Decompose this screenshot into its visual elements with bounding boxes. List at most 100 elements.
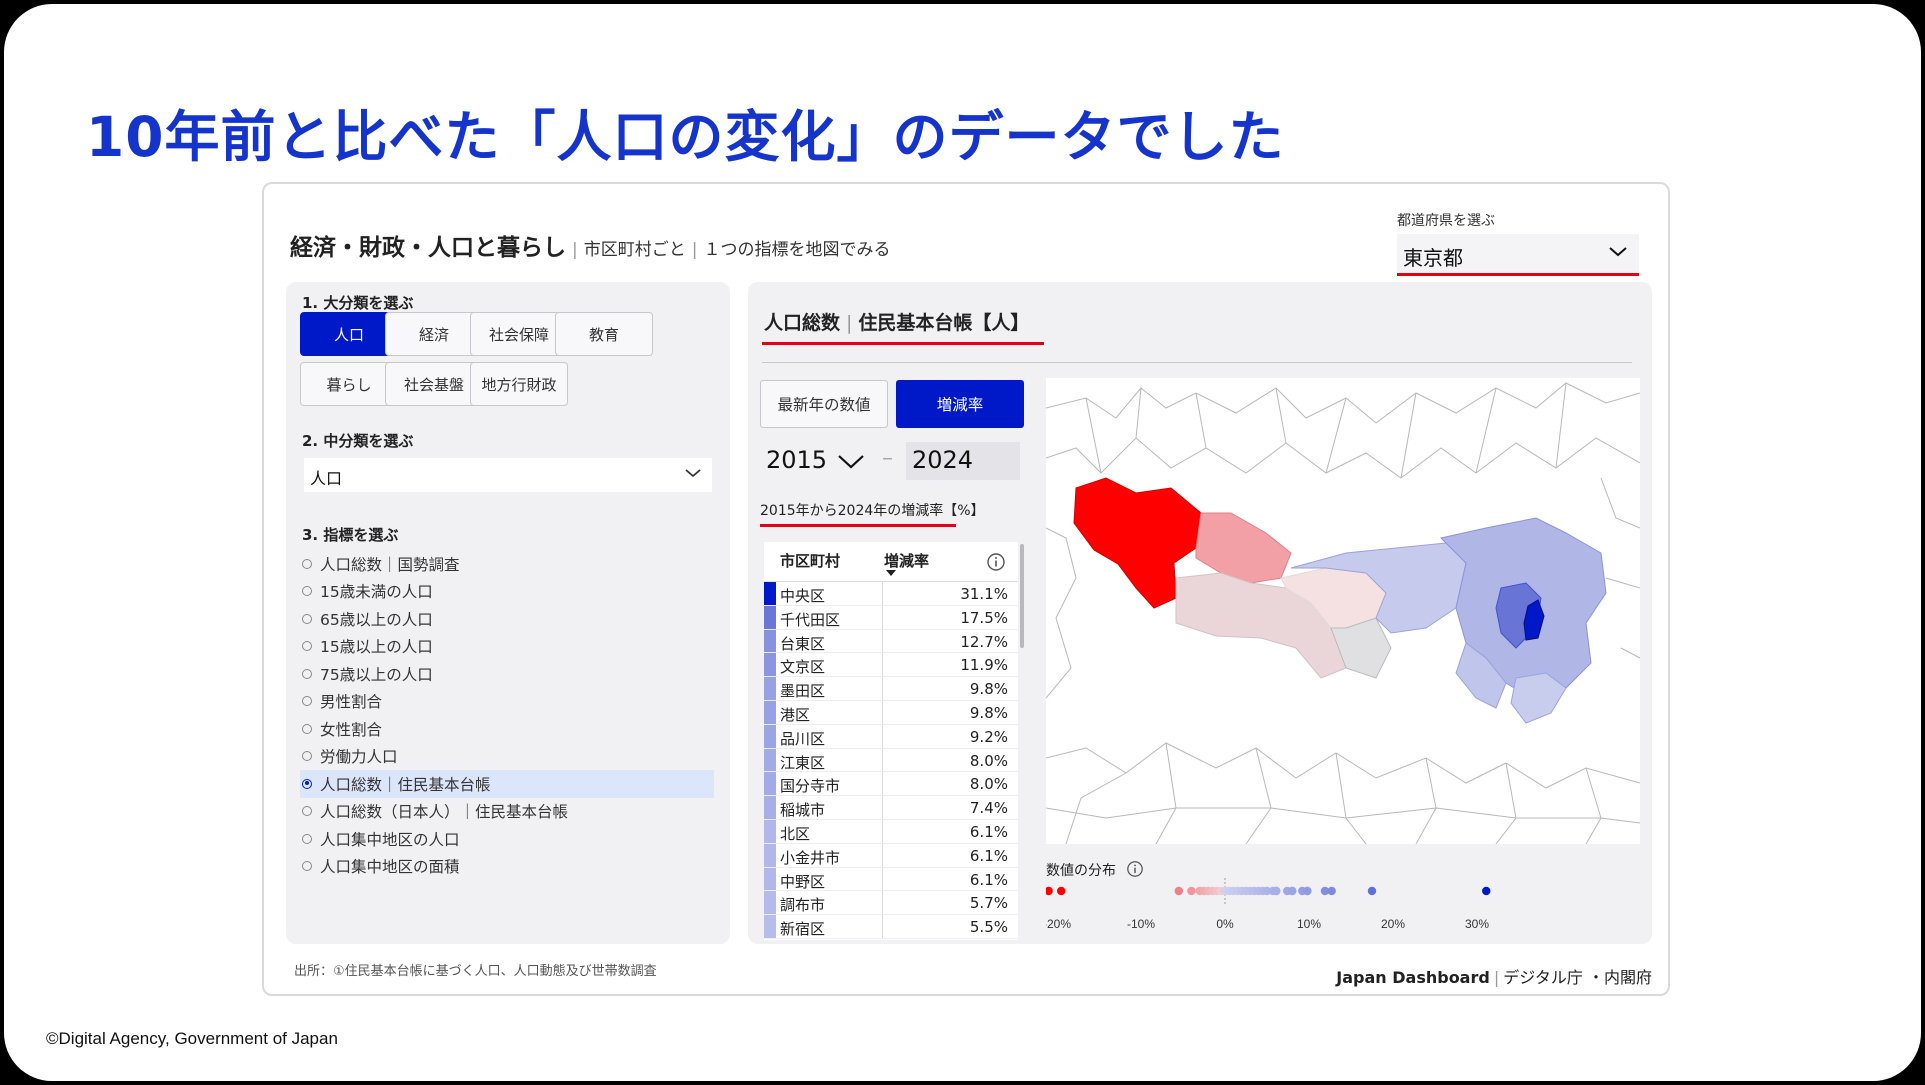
color-swatch	[764, 867, 776, 891]
step1-label: 1. 大分類を選ぶ	[302, 294, 414, 312]
table-row[interactable]: 墨田区 9.8%	[764, 677, 1018, 701]
table-row[interactable]: 北区 6.1%	[764, 819, 1018, 844]
subcategory-value: 人口	[310, 469, 343, 488]
indicator-option[interactable]: 男性割合	[300, 688, 714, 716]
color-swatch	[764, 915, 776, 938]
indicator-option[interactable]: 人口総数（日本人）｜住民基本台帳	[300, 798, 714, 826]
cell-divider	[882, 867, 883, 891]
category-button[interactable]: 教育	[555, 312, 653, 356]
map-panel: 人口総数 | 住民基本台帳【人】 最新年の数値 増減率 2015 – 2024 20…	[748, 282, 1652, 944]
municipality-name: 北区	[780, 824, 811, 843]
distribution-tick-label: 30%	[1465, 917, 1489, 931]
sort-desc-icon[interactable]	[886, 570, 896, 576]
year-dash: –	[882, 446, 893, 471]
metric-title-main: 人口総数	[764, 312, 841, 334]
category-button[interactable]: 経済	[385, 312, 483, 356]
category-button[interactable]: 社会基盤	[385, 362, 483, 406]
cell-divider	[882, 653, 883, 677]
category-button[interactable]: 地方行財政	[470, 362, 568, 406]
indicator-option[interactable]: 65歳以上の人口	[300, 605, 714, 633]
radio-icon	[302, 833, 312, 844]
indicator-option[interactable]: 人口総数｜住民基本台帳	[300, 770, 714, 798]
ranking-table: 市区町村 増減率 中央区 31.1% 千代田区 17.5% 台東区 12.7% 文京区 11.…	[764, 542, 1018, 940]
cell-divider	[882, 629, 883, 653]
municipality-name: 調布市	[780, 896, 826, 915]
indicator-option[interactable]: 人口集中地区の面積	[300, 853, 714, 881]
map-boundary	[1046, 527, 1077, 699]
category-button[interactable]: 人口	[300, 312, 398, 356]
cell-divider	[882, 843, 883, 867]
cell-divider	[882, 819, 883, 843]
region-west-mid	[1195, 512, 1292, 584]
table-row[interactable]: 文京区 11.9%	[764, 653, 1018, 678]
category-button[interactable]: 暮らし	[300, 362, 398, 406]
year-from-select[interactable]: 2015	[760, 442, 870, 480]
indicator-option[interactable]: 15歳以上の人口	[300, 633, 714, 661]
table-row[interactable]: 江東区 8.0%	[764, 748, 1018, 773]
table-row[interactable]: 新宿区 5.5%	[764, 915, 1018, 939]
metric-title-sub: 住民基本台帳【人】	[858, 312, 1030, 334]
column-header-value[interactable]: 増減率	[884, 550, 929, 571]
cell-divider	[882, 582, 883, 605]
table-row[interactable]: 千代田区 17.5%	[764, 605, 1018, 630]
municipality-name: 品川区	[780, 729, 826, 748]
category-button[interactable]: 社会保障	[470, 312, 568, 356]
indicator-label: 人口総数｜住民基本台帳	[320, 775, 491, 794]
indicator-label: 人口集中地区の面積	[320, 858, 460, 877]
change-rate-value: 5.7%	[969, 894, 1008, 913]
cell-divider	[882, 915, 883, 938]
distribution-dot	[1174, 886, 1183, 896]
dashboard-title: 経済・財政・人口と暮らし | 市区町村ごと | １つの指標を地図でみる	[290, 235, 891, 261]
table-row[interactable]: 小金井市 6.1%	[764, 843, 1018, 868]
indicator-label: 女性割合	[320, 720, 383, 739]
cell-divider	[882, 796, 883, 819]
change-rate-value: 9.2%	[969, 727, 1008, 746]
distribution-dot	[1046, 886, 1053, 896]
table-row[interactable]: 稲城市 7.4%	[764, 796, 1018, 820]
indicator-option[interactable]: 人口総数｜国勢調査	[300, 550, 714, 578]
radio-icon	[302, 558, 312, 569]
cell-divider	[882, 748, 883, 772]
distribution-dot	[1272, 886, 1281, 896]
year-to-value: 2024	[906, 442, 1020, 480]
column-header-name[interactable]: 市区町村	[780, 550, 840, 571]
subcategory-select[interactable]: 人口	[304, 458, 712, 492]
table-row[interactable]: 中央区 31.1%	[764, 582, 1018, 606]
toggle-latest-value[interactable]: 最新年の数値	[760, 380, 888, 428]
change-rate-value: 6.1%	[969, 822, 1008, 841]
table-row[interactable]: 台東区 12.7%	[764, 629, 1018, 654]
radio-icon	[302, 806, 312, 817]
table-scrollbar[interactable]	[1020, 544, 1024, 648]
indicator-option[interactable]: 75歳以上の人口	[300, 660, 714, 688]
radio-icon	[302, 723, 312, 734]
table-row[interactable]: 中野区 6.1%	[764, 867, 1018, 892]
indicator-option[interactable]: 女性割合	[300, 715, 714, 743]
municipality-name: 新宿区	[780, 920, 826, 939]
year-from-value: 2015	[766, 446, 828, 474]
table-row[interactable]: 国分寺市 8.0%	[764, 772, 1018, 797]
distribution-tick-label: 0%	[1216, 917, 1234, 931]
indicator-option[interactable]: 人口集中地区の人口	[300, 825, 714, 853]
municipality-name: 江東区	[780, 753, 826, 772]
change-rate-value: 5.5%	[969, 918, 1008, 937]
table-row[interactable]: 品川区 9.2%	[764, 724, 1018, 749]
table-row[interactable]: 調布市 5.7%	[764, 891, 1018, 916]
change-rate-value: 12.7%	[960, 632, 1008, 651]
distribution-tick-label: -10%	[1127, 917, 1155, 931]
indicator-option[interactable]: 15歳未満の人口	[300, 578, 714, 606]
distribution-dot	[1482, 886, 1491, 896]
info-icon[interactable]	[986, 552, 1006, 576]
headline: 10年前と比べた「人口の変化」のデータでした	[86, 105, 1285, 169]
municipality-name: 墨田区	[780, 682, 826, 701]
brand-org: デジタル庁 ・内閣府	[1503, 968, 1652, 987]
choropleth-map[interactable]	[1046, 378, 1640, 844]
toggle-change-rate[interactable]: 増減率	[896, 380, 1024, 428]
slide: 10年前と比べた「人口の変化」のデータでした 経済・財政・人口と暮らし | 市区町村…	[4, 4, 1921, 1081]
table-row[interactable]: 港区 9.8%	[764, 700, 1018, 725]
radio-icon	[302, 778, 312, 789]
radio-icon	[302, 861, 312, 872]
change-rate-value: 9.8%	[969, 680, 1008, 699]
indicator-label: 人口総数（日本人）｜住民基本台帳	[320, 803, 569, 822]
indicator-option[interactable]: 労働力人口	[300, 743, 714, 771]
prefecture-select[interactable]: 東京都	[1397, 234, 1639, 276]
